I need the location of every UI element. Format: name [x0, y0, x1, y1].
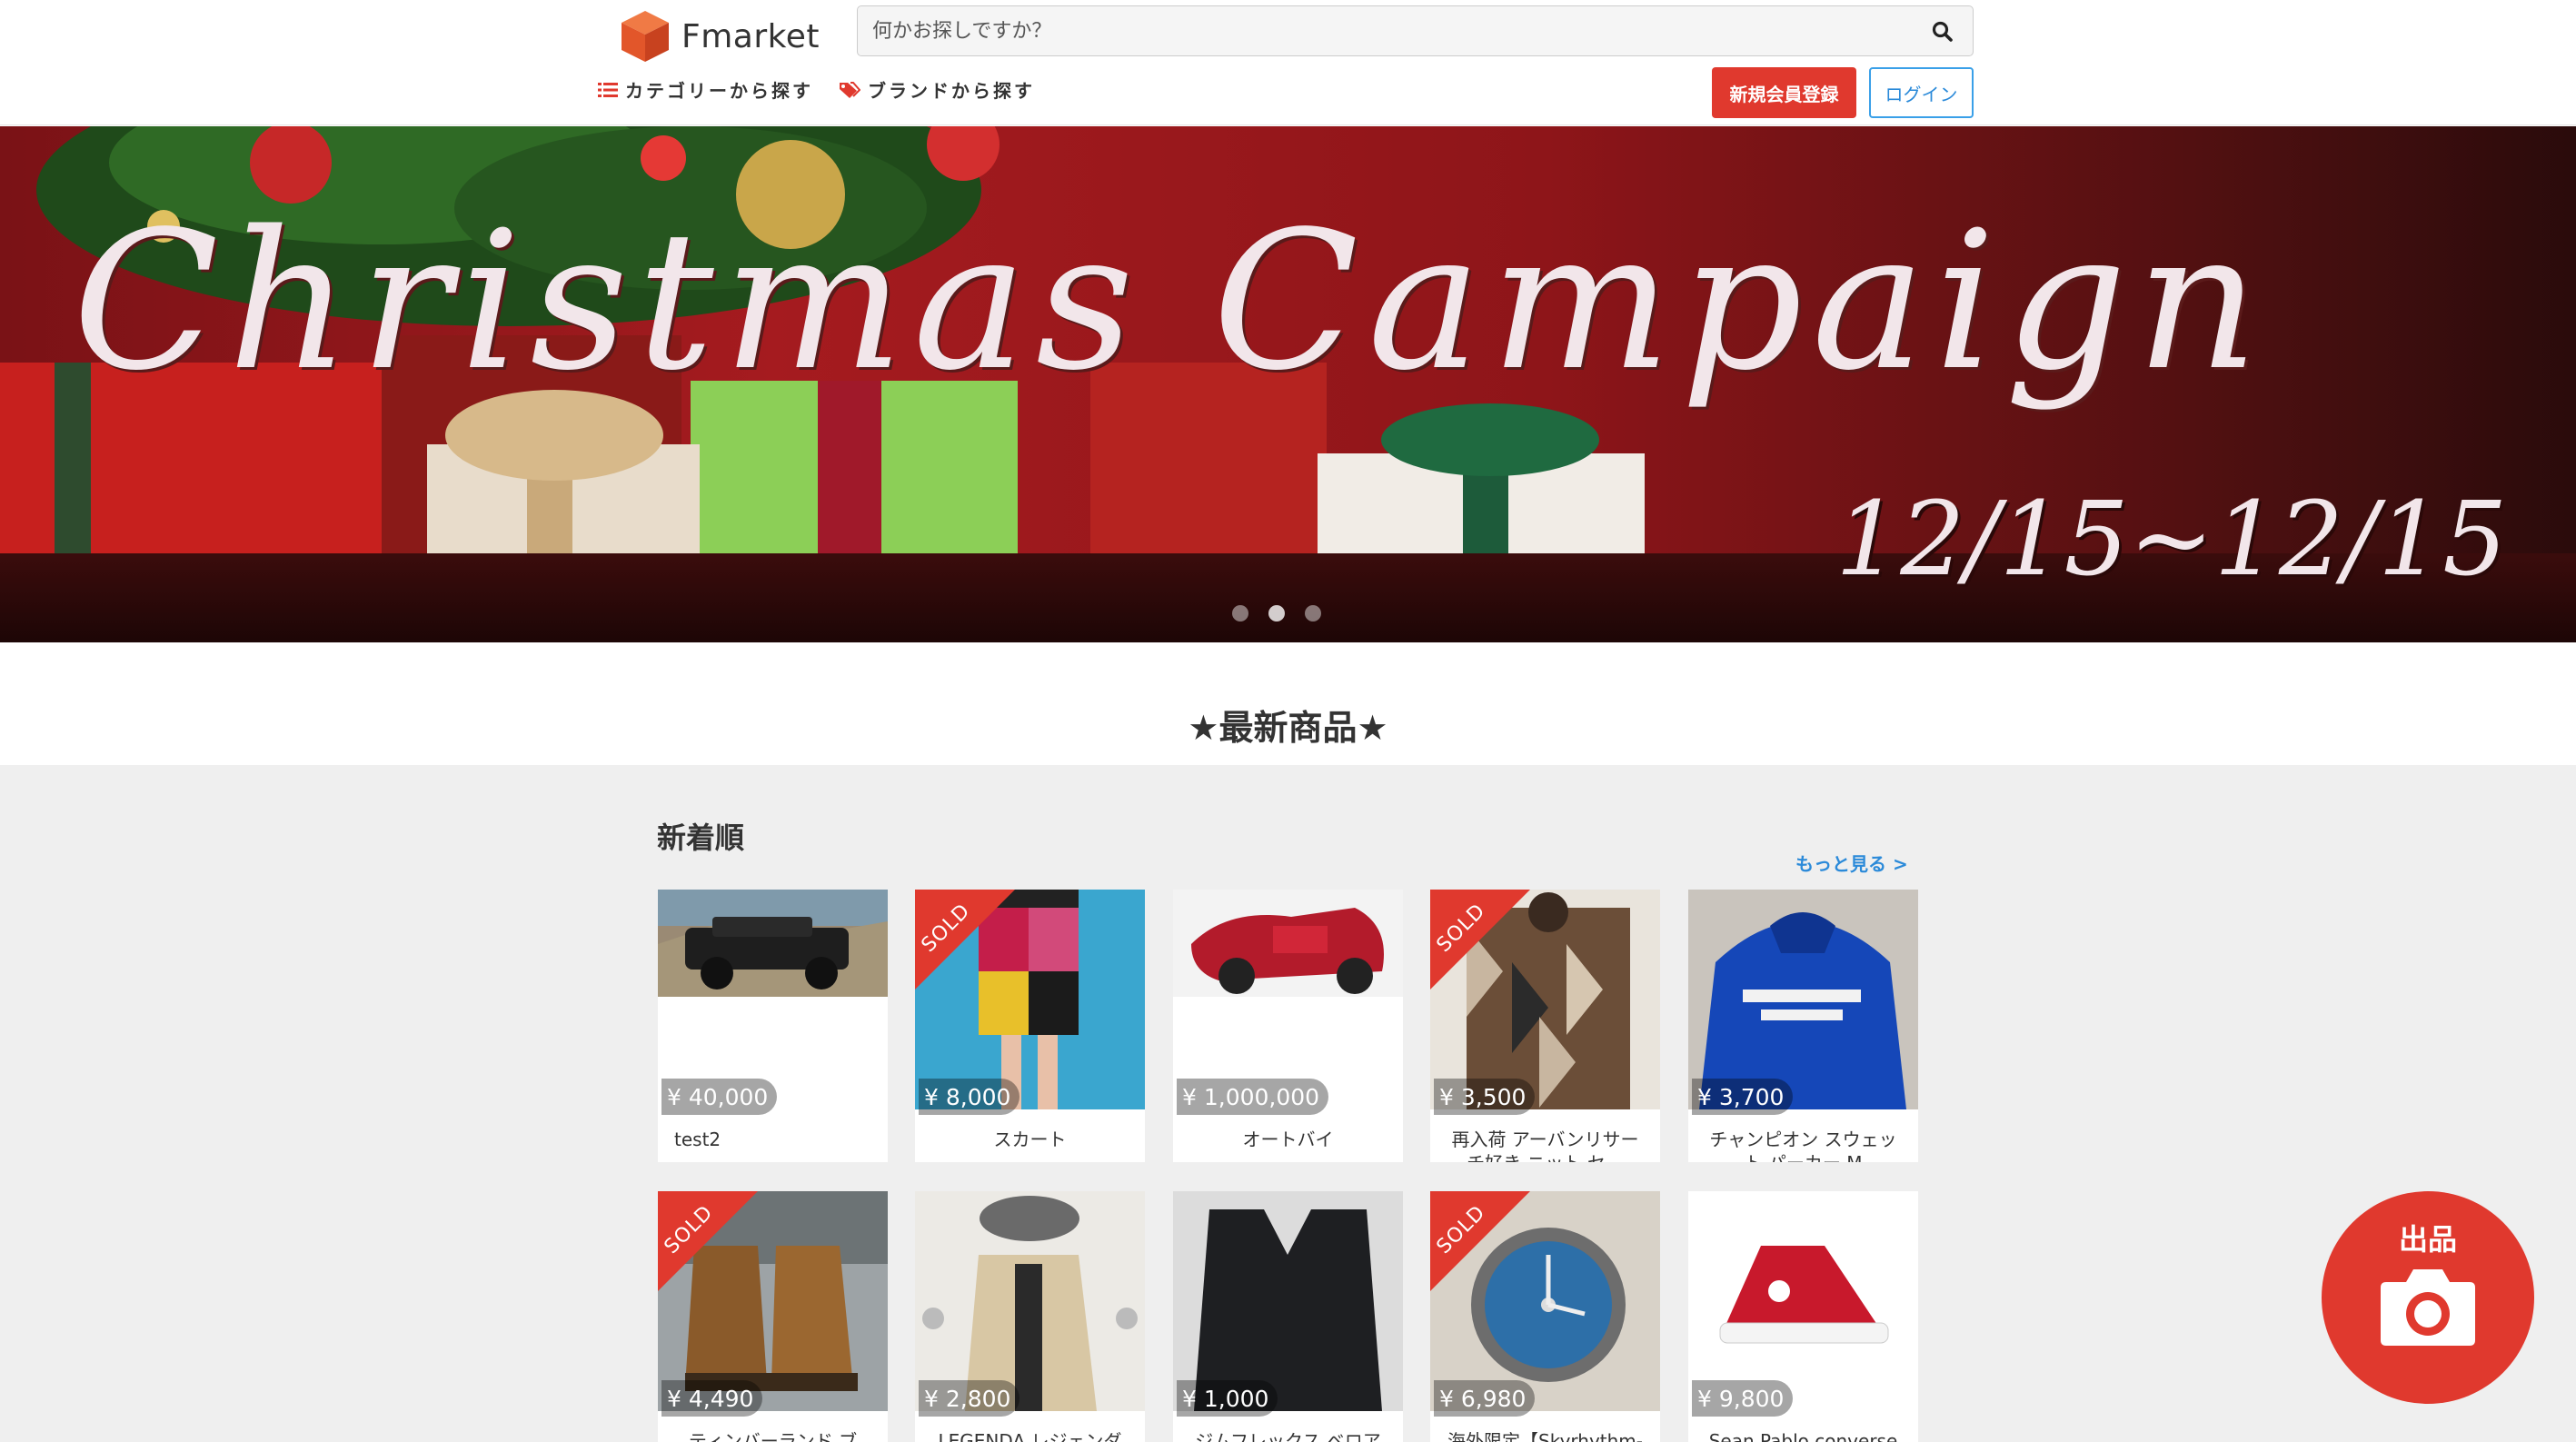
- nav-brand[interactable]: ブランドから探す: [839, 76, 1035, 103]
- item-image: [1173, 1191, 1403, 1411]
- item-card[interactable]: ¥ 9,800 Sean Pablo converse: [1688, 1191, 1918, 1442]
- item-name: スカート: [993, 1129, 1067, 1150]
- section-title: ★最新商品★: [1188, 708, 1388, 748]
- search-bar: [857, 5, 1974, 56]
- camera-icon: [2381, 1269, 2475, 1346]
- logo[interactable]: Fmarket: [620, 9, 820, 64]
- item-name: 再入荷 アーバンリサーチ好き ニット セ…: [1451, 1129, 1639, 1162]
- item-name: test2: [674, 1129, 721, 1150]
- item-card[interactable]: SOLD ¥ 3,500 再入荷 アーバンリサーチ好き ニット セ…: [1430, 890, 1660, 1162]
- sold-badge: SOLD: [1430, 1191, 1530, 1291]
- item-price: ¥ 1,000: [1177, 1380, 1278, 1417]
- item-card[interactable]: SOLD ¥ 4,490 ティンバーランド ブ: [658, 1191, 888, 1442]
- item-price: ¥ 3,500: [1434, 1079, 1536, 1115]
- sold-badge: SOLD: [658, 1191, 758, 1291]
- item-name: ティンバーランド ブ: [688, 1430, 858, 1442]
- nav-brand-label: ブランドから探す: [868, 80, 1035, 102]
- item-name: チャンピオン スウェット パーカー M: [1709, 1129, 1897, 1162]
- subsection-title: 新着順: [657, 820, 745, 855]
- more-link[interactable]: もっと見る >: [1795, 850, 1908, 876]
- item-card[interactable]: ¥ 3,700 チャンピオン スウェット パーカー M: [1688, 890, 1918, 1162]
- tag-icon: [840, 81, 860, 98]
- sold-badge: SOLD: [1430, 890, 1530, 990]
- sub-navigation: カテゴリーから探す ブランドから探す: [598, 76, 1035, 103]
- list-icon: [598, 82, 618, 97]
- sold-badge: SOLD: [915, 890, 1015, 990]
- login-button[interactable]: ログイン: [1869, 67, 1974, 118]
- item-card[interactable]: ¥ 1,000,000 オートバイ: [1173, 890, 1403, 1162]
- item-price: ¥ 40,000: [661, 1079, 778, 1115]
- item-name: ジムフレックス ベロア: [1195, 1430, 1381, 1442]
- nav-category-label: カテゴリーから探す: [625, 80, 813, 102]
- item-price: ¥ 8,000: [919, 1079, 1020, 1115]
- item-price: ¥ 1,000,000: [1177, 1079, 1329, 1115]
- sell-button-label: 出品: [2398, 1222, 2457, 1257]
- register-button[interactable]: 新規会員登録: [1712, 67, 1856, 118]
- item-image: [658, 890, 888, 1109]
- nav-category[interactable]: カテゴリーから探す: [598, 76, 813, 103]
- site-header: Fmarket カテゴリーから探す ブランドから探す 新規会員登録 ロ: [0, 0, 2576, 125]
- item-price: ¥ 6,980: [1434, 1380, 1536, 1417]
- item-card[interactable]: ¥ 2,800 LEGENDA レジェンダ: [915, 1191, 1145, 1442]
- item-card[interactable]: ¥ 1,000 ジムフレックス ベロア: [1173, 1191, 1403, 1442]
- item-card[interactable]: ¥ 40,000 test2: [658, 890, 888, 1162]
- item-image: [915, 1191, 1145, 1411]
- item-price: ¥ 3,700: [1692, 1079, 1794, 1115]
- carousel-dots: [1232, 605, 1321, 622]
- item-price: ¥ 9,800: [1692, 1380, 1794, 1417]
- box-logo-icon: [622, 11, 669, 62]
- item-image: [1688, 890, 1918, 1109]
- item-name: LEGENDA レジェンダ: [938, 1430, 1122, 1442]
- item-name: Sean Pablo converse: [1708, 1430, 1898, 1442]
- item-price: ¥ 2,800: [919, 1380, 1020, 1417]
- item-price: ¥ 4,490: [661, 1380, 763, 1417]
- carousel-dot-2[interactable]: [1268, 605, 1285, 622]
- carousel-dot-1[interactable]: [1232, 605, 1248, 622]
- sell-button[interactable]: 出品: [2322, 1191, 2534, 1404]
- item-name: オートバイ: [1242, 1129, 1334, 1150]
- item-card[interactable]: SOLD ¥ 8,000 スカート: [915, 890, 1145, 1162]
- search-icon[interactable]: [1931, 20, 1954, 44]
- campaign-banner-carousel[interactable]: Christmas Campaign 12/15~12/15: [0, 126, 2576, 642]
- carousel-dot-3[interactable]: [1305, 605, 1321, 622]
- item-card[interactable]: SOLD ¥ 6,980 海外限定【Skyrhythm-: [1430, 1191, 1660, 1442]
- search-input[interactable]: [858, 6, 1973, 55]
- item-name: 海外限定【Skyrhythm-: [1447, 1430, 1643, 1442]
- item-image: [1173, 890, 1403, 1109]
- item-image: [1688, 1191, 1918, 1411]
- logo-text: Fmarket: [681, 17, 820, 55]
- banner-title: Christmas Campaign: [73, 190, 2268, 413]
- banner-date: 12/15~12/15: [1835, 481, 2508, 599]
